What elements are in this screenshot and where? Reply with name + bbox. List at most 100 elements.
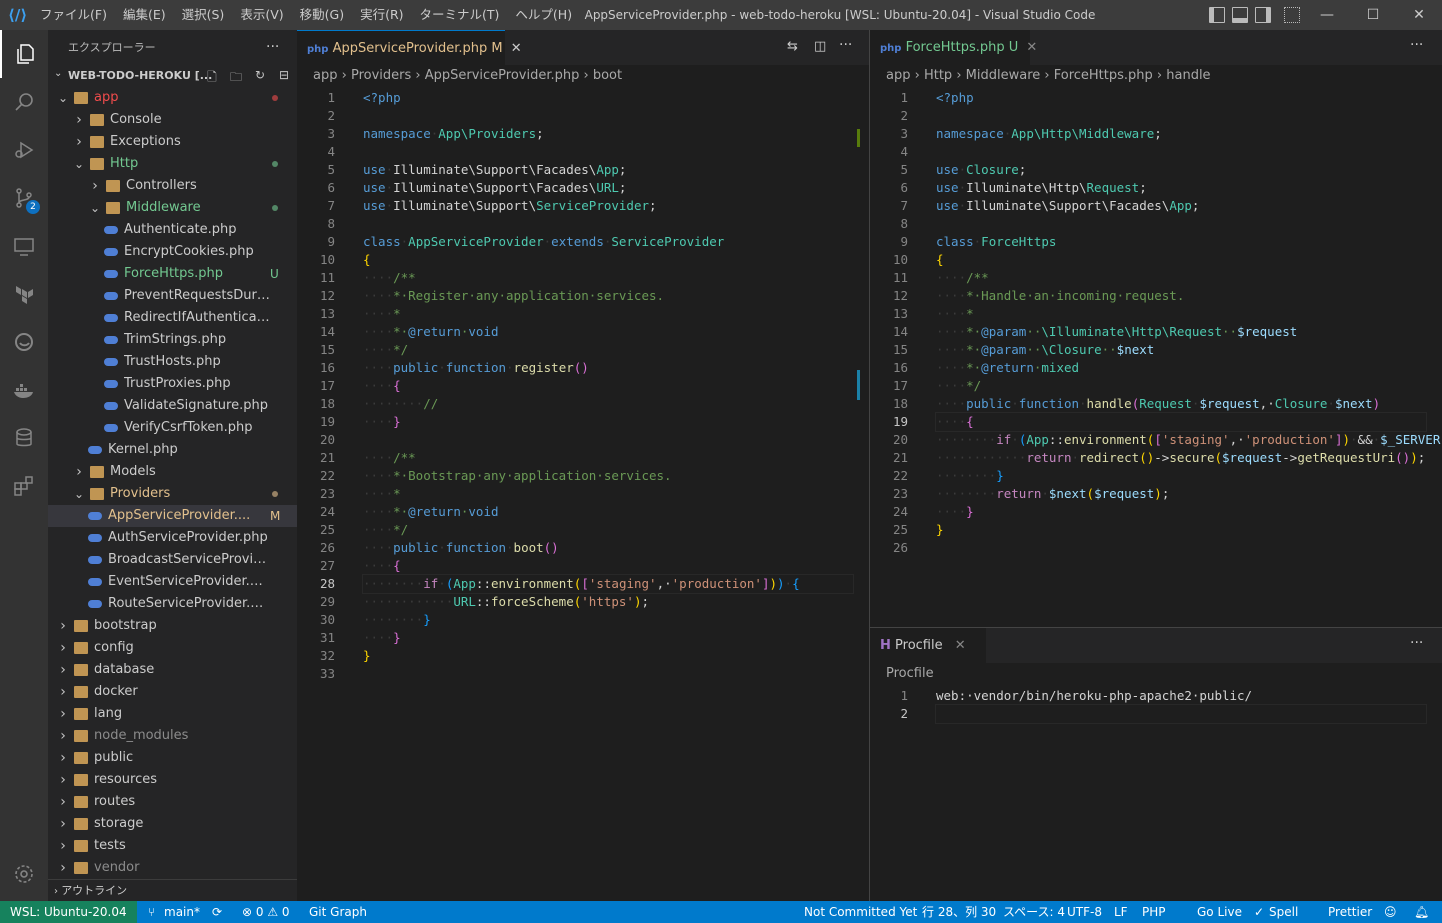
menu-item[interactable]: 選択(S)	[174, 0, 233, 30]
file-item[interactable]: PreventRequestsDuring...	[48, 285, 297, 307]
indentation[interactable]: スペース: 4	[1003, 901, 1065, 923]
eol[interactable]: LF	[1114, 901, 1128, 923]
breadcrumb-item[interactable]: app	[313, 68, 337, 83]
new-folder-icon[interactable]: 🗀	[228, 68, 244, 84]
folder-item[interactable]: › resources	[48, 769, 297, 791]
settings-gear-icon[interactable]	[0, 850, 48, 898]
docker-icon[interactable]	[0, 366, 48, 414]
project-header[interactable]: ⌄ WEB-TODO-HEROKU [... 🗋 🗀 ↻ ⊟	[48, 65, 297, 87]
refresh-icon[interactable]: ↻	[252, 68, 268, 84]
cursor-position[interactable]: 行 28、列 30	[922, 901, 996, 923]
menu-item[interactable]: 編集(E)	[115, 0, 174, 30]
folder-item[interactable]: › node_modules	[48, 725, 297, 747]
customize-layout-icon[interactable]	[1284, 7, 1300, 23]
file-item[interactable]: AppServiceProvider.... M	[48, 505, 297, 527]
menu-item[interactable]: 実行(R)	[352, 0, 411, 30]
folder-item[interactable]: › vendor	[48, 857, 297, 879]
close-tab-icon[interactable]: ✕	[955, 638, 966, 653]
language-mode[interactable]: PHP	[1142, 901, 1166, 923]
source-control-icon[interactable]: 2	[0, 174, 48, 222]
folder-item[interactable]: › Console	[48, 109, 297, 131]
menu-item[interactable]: 移動(G)	[292, 0, 352, 30]
git-graph-button[interactable]: Git Graph	[309, 901, 367, 923]
remote-explorer-icon[interactable]	[0, 222, 48, 270]
file-item[interactable]: TrustProxies.php	[48, 373, 297, 395]
file-item[interactable]: Authenticate.php	[48, 219, 297, 241]
breadcrumb-item[interactable]: Middleware	[966, 68, 1041, 83]
branch-label[interactable]: main*	[164, 901, 200, 923]
run-debug-icon[interactable]	[0, 126, 48, 174]
breadcrumb-item[interactable]: Providers	[351, 68, 411, 83]
code-editor[interactable]: 1 <?php 2 3 namespace·App\Http\Middleware; 4 5…	[870, 87, 1442, 627]
collapse-all-icon[interactable]: ⊟	[276, 68, 292, 84]
minimize-button[interactable]: —	[1304, 0, 1350, 30]
breadcrumb-item[interactable]: AppServiceProvider.php	[425, 68, 580, 83]
breadcrumb-item[interactable]: handle	[1166, 68, 1210, 83]
maximize-button[interactable]: ☐	[1350, 0, 1396, 30]
code-editor[interactable]: 1 <?php 2 3 namespace·App\Providers; 4 5 use·Il…	[297, 87, 869, 901]
breadcrumb-item[interactable]: ForceHttps.php	[1054, 68, 1153, 83]
notifications-bell-icon[interactable]: 🔔︎	[1414, 901, 1429, 923]
menu-item[interactable]: ファイル(F)	[32, 0, 115, 30]
commit-status[interactable]: Not Committed Yet	[804, 901, 917, 923]
folder-item[interactable]: › tests	[48, 835, 297, 857]
file-item[interactable]: VerifyCsrfToken.php	[48, 417, 297, 439]
file-item[interactable]: TrimStrings.php	[48, 329, 297, 351]
folder-item[interactable]: ⌄ Http	[48, 153, 297, 175]
split-editor-icon[interactable]: ◫	[814, 39, 826, 54]
go-live-button[interactable]: Go Live	[1197, 901, 1242, 923]
file-item[interactable]: AuthServiceProvider.php	[48, 527, 297, 549]
extensions-icon[interactable]	[0, 462, 48, 510]
folder-item[interactable]: › docker	[48, 681, 297, 703]
file-item[interactable]: BroadcastServiceProvider....	[48, 549, 297, 571]
toggle-primary-sidebar-icon[interactable]	[1209, 7, 1225, 23]
encoding[interactable]: UTF-8	[1067, 901, 1102, 923]
tab-procfile[interactable]: H Procfile ✕	[870, 628, 986, 663]
folder-item[interactable]: › public	[48, 747, 297, 769]
file-item[interactable]: EncryptCookies.php	[48, 241, 297, 263]
close-tab-icon[interactable]: ✕	[1026, 40, 1037, 55]
toggle-panel-icon[interactable]	[1232, 7, 1248, 23]
breadcrumb-item[interactable]: Http	[924, 68, 952, 83]
file-item[interactable]: Kernel.php	[48, 439, 297, 461]
folder-item[interactable]: › Controllers	[48, 175, 297, 197]
file-item[interactable]: RedirectIfAuthenticated...	[48, 307, 297, 329]
spell-button[interactable]: Spell	[1269, 901, 1298, 923]
sync-icon[interactable]: ⟳	[212, 901, 222, 923]
menu-item[interactable]: ターミナル(T)	[412, 0, 508, 30]
folder-item[interactable]: › storage	[48, 813, 297, 835]
new-file-icon[interactable]: 🗋	[204, 68, 220, 84]
folder-item[interactable]: › config	[48, 637, 297, 659]
folder-item[interactable]: › database	[48, 659, 297, 681]
folder-item[interactable]: › Exceptions	[48, 131, 297, 153]
tab-forcehttps[interactable]: php ForceHttps.php U ✕	[870, 30, 1037, 65]
editor-more-actions-icon[interactable]: ···	[1410, 635, 1423, 651]
terraform-icon[interactable]	[0, 270, 48, 318]
search-icon[interactable]	[0, 78, 48, 126]
folder-item[interactable]: ⌄ Middleware	[48, 197, 297, 219]
folder-item[interactable]: ⌄ Providers	[48, 483, 297, 505]
database-icon[interactable]	[0, 414, 48, 462]
file-item[interactable]: RouteServiceProvider.php	[48, 593, 297, 615]
open-changes-icon[interactable]: ⇆	[787, 39, 798, 54]
explorer-icon[interactable]	[0, 30, 48, 78]
tab-appserviceprovider[interactable]: php AppServiceProvider.php M ✕	[297, 30, 522, 65]
outline-section[interactable]: › アウトライン	[48, 879, 297, 901]
close-tab-icon[interactable]: ✕	[511, 41, 522, 56]
close-window-button[interactable]: ✕	[1396, 0, 1442, 30]
folder-item[interactable]: ⌄ app	[48, 87, 297, 109]
editor-more-actions-icon[interactable]: ···	[1410, 37, 1423, 53]
toggle-secondary-sidebar-icon[interactable]	[1255, 7, 1271, 23]
file-item[interactable]: ForceHttps.php U	[48, 263, 297, 285]
remote-indicator[interactable]: WSL: Ubuntu-20.04	[0, 901, 137, 923]
editor-more-actions-icon[interactable]: ···	[839, 37, 852, 53]
edge-icon[interactable]	[0, 318, 48, 366]
folder-item[interactable]: › lang	[48, 703, 297, 725]
breadcrumb-item[interactable]: boot	[593, 68, 622, 83]
file-item[interactable]: ValidateSignature.php	[48, 395, 297, 417]
file-item[interactable]: EventServiceProvider.php	[48, 571, 297, 593]
breadcrumb-item[interactable]: Procfile	[886, 666, 934, 681]
code-editor[interactable]: 1 web:·vendor/bin/heroku-php-apache2·publ…	[870, 685, 1442, 901]
prettier-button[interactable]: Prettier	[1328, 901, 1372, 923]
folder-item[interactable]: › routes	[48, 791, 297, 813]
